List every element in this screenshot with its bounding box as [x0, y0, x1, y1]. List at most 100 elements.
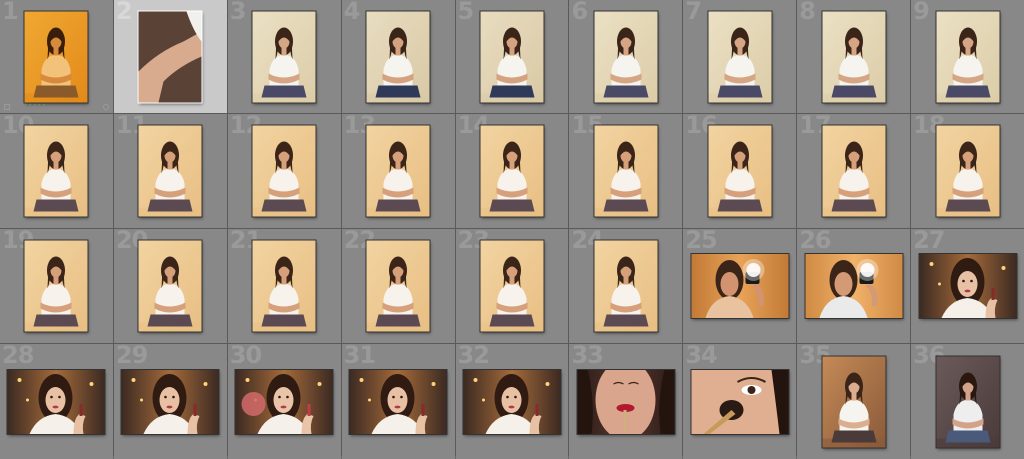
grid-cell-1[interactable]: 1 ••••• — [0, 0, 113, 113]
photo-thumbnail[interactable] — [480, 240, 544, 332]
grid-cell-23[interactable]: 23 — [455, 229, 569, 343]
grid-cell-26[interactable]: 26 — [797, 229, 911, 343]
grid-cell-7[interactable]: 7 — [683, 0, 797, 113]
photo-thumbnail[interactable] — [708, 125, 772, 217]
photo-thumbnail[interactable] — [822, 11, 886, 102]
photo-thumbnail[interactable] — [252, 11, 316, 102]
cell-index-number: 5 — [457, 0, 475, 25]
grid-cell-15[interactable]: 15 — [569, 114, 683, 228]
cell-index-number: 26 — [799, 229, 831, 254]
photo-thumbnail[interactable] — [366, 11, 430, 102]
photo-thumbnail[interactable] — [235, 369, 333, 434]
grid-cell-13[interactable]: 13 — [341, 114, 455, 228]
grid-cell-2[interactable]: 2 — [113, 0, 227, 113]
photo-image — [822, 125, 886, 217]
grid-cell-4[interactable]: 4 — [341, 0, 455, 113]
photo-thumbnail[interactable] — [121, 369, 219, 434]
photo-image — [594, 125, 658, 217]
photo-thumbnail[interactable] — [708, 11, 772, 102]
photo-thumbnail[interactable] — [137, 10, 203, 103]
grid-cell-30[interactable]: 30 — [227, 344, 341, 459]
photo-thumbnail[interactable] — [936, 11, 1000, 102]
photo-thumbnail[interactable] — [7, 369, 105, 434]
photo-thumbnail[interactable] — [24, 125, 88, 217]
grid-cell-28[interactable]: 28 — [0, 344, 113, 459]
cell-index-number: 1 — [2, 0, 19, 25]
photo-image — [691, 254, 789, 318]
photo-image — [349, 369, 447, 434]
grid-cell-18[interactable]: 18 — [911, 114, 1024, 228]
grid-cell-35[interactable]: 35 — [797, 344, 911, 459]
photo-thumbnail[interactable] — [691, 254, 789, 318]
photo-thumbnail[interactable] — [24, 240, 88, 332]
photo-thumbnail[interactable] — [594, 125, 658, 217]
photo-image — [24, 11, 88, 102]
photo-thumbnail[interactable] — [138, 125, 202, 217]
photo-image — [936, 125, 1000, 217]
photo-image — [805, 254, 903, 318]
photo-thumbnail[interactable] — [252, 125, 316, 217]
photo-thumbnail[interactable] — [805, 254, 903, 318]
photo-thumbnail[interactable] — [577, 369, 675, 434]
photo-thumbnail[interactable] — [24, 11, 88, 102]
grid-cell-24[interactable]: 24 — [569, 229, 683, 343]
grid-cell-22[interactable]: 22 — [341, 229, 455, 343]
photo-image — [480, 125, 544, 217]
grid-cell-14[interactable]: 14 — [455, 114, 569, 228]
grid-cell-31[interactable]: 31 — [341, 344, 455, 459]
photo-image — [594, 240, 658, 332]
photo-image — [366, 240, 430, 332]
photo-thumbnail[interactable] — [252, 240, 316, 332]
grid-cell-27[interactable]: 27 — [911, 229, 1024, 343]
grid-cell-34[interactable]: 34 — [683, 344, 797, 459]
grid-cell-36[interactable]: 36 — [911, 344, 1024, 459]
badge-icon[interactable] — [4, 104, 10, 110]
grid-cell-25[interactable]: 25 — [683, 229, 797, 343]
grid-cell-5[interactable]: 5 — [455, 0, 569, 113]
grid-cell-12[interactable]: 12 — [227, 114, 341, 228]
grid-cell-8[interactable]: 8 — [797, 0, 911, 113]
cell-index-number: 27 — [913, 229, 945, 254]
grid-cell-9[interactable]: 9 — [911, 0, 1024, 113]
photo-thumbnail[interactable] — [822, 125, 886, 217]
photo-thumbnail[interactable] — [594, 240, 658, 332]
rating-dots-icon[interactable]: ••••• — [24, 103, 47, 109]
photo-image — [691, 369, 789, 434]
photo-thumbnail[interactable] — [919, 254, 1017, 318]
cell-index-number: 25 — [685, 229, 717, 254]
grid-cell-3[interactable]: 3 — [227, 0, 341, 113]
photo-thumbnail[interactable] — [691, 369, 789, 434]
photo-thumbnail[interactable] — [366, 125, 430, 217]
photo-thumbnail[interactable] — [822, 356, 886, 447]
grid-cell-11[interactable]: 11 — [113, 114, 227, 228]
photo-thumbnail[interactable] — [594, 11, 658, 102]
photo-thumbnail[interactable] — [138, 240, 202, 332]
cell-index-number: 33 — [571, 344, 603, 369]
filmstrip-grid: 1 ••••• 2 3 4 5 6 7 8 9 10 11 12 13 14 15 16 17 18 19 20 21 22… — [0, 0, 1024, 459]
grid-cell-32[interactable]: 32 — [455, 344, 569, 459]
photo-thumbnail[interactable] — [480, 125, 544, 217]
photo-thumbnail[interactable] — [936, 125, 1000, 217]
grid-cell-29[interactable]: 29 — [113, 344, 227, 459]
cell-index-number: 8 — [799, 0, 816, 25]
photo-thumbnail[interactable] — [480, 11, 544, 102]
cell-index-number: 4 — [343, 0, 361, 25]
rotate-icon[interactable] — [102, 104, 109, 110]
grid-cell-21[interactable]: 21 — [227, 229, 341, 343]
grid-cell-6[interactable]: 6 — [569, 0, 683, 113]
grid-cell-10[interactable]: 10 — [0, 114, 113, 228]
grid-cell-17[interactable]: 17 — [797, 114, 911, 228]
photo-thumbnail[interactable] — [463, 369, 561, 434]
grid-cell-33[interactable]: 33 — [569, 344, 683, 459]
photo-image — [463, 369, 561, 434]
photo-thumbnail[interactable] — [366, 240, 430, 332]
grid-cell-20[interactable]: 20 — [113, 229, 227, 343]
grid-cell-16[interactable]: 16 — [683, 114, 797, 228]
photo-image — [480, 11, 544, 102]
photo-thumbnail[interactable] — [936, 356, 1000, 447]
grid-cell-19[interactable]: 19 — [0, 229, 113, 343]
photo-thumbnail[interactable] — [349, 369, 447, 434]
cell-index-number: 30 — [229, 344, 262, 369]
photo-image — [24, 125, 88, 217]
photo-image — [366, 11, 430, 102]
